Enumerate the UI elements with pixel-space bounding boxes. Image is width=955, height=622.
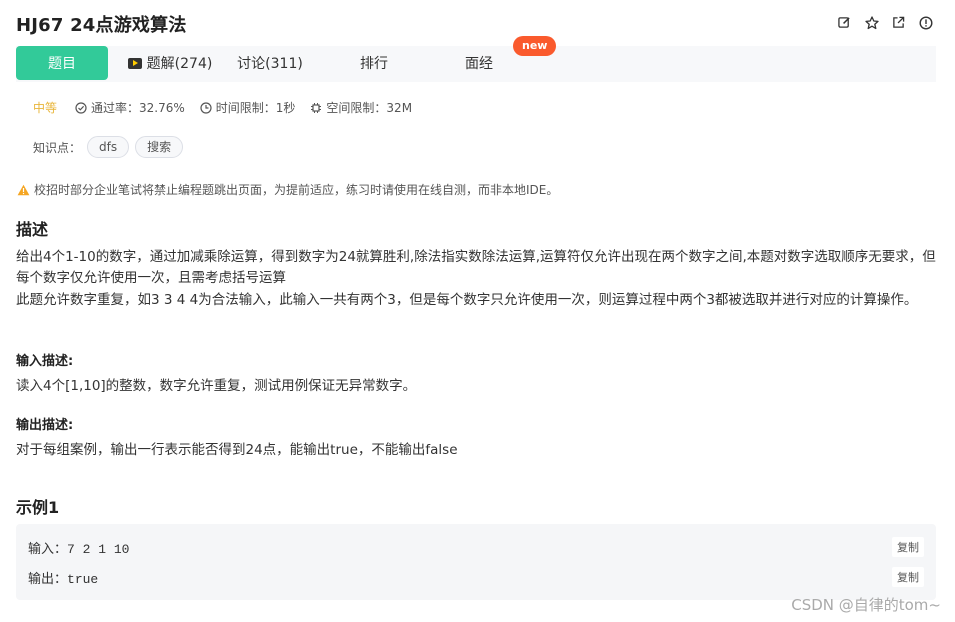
video-icon [127, 57, 142, 69]
description-line-2: 此题允许数字重复，如3 3 4 4为合法输入，此输入一共有两个3，但是每个数字只… [16, 292, 918, 308]
tab-solutions-label: 题解(274) [146, 56, 213, 72]
difficulty-label: 中等 [33, 101, 58, 115]
page-title: HJ67 24点游戏算法 [16, 15, 187, 36]
title-bar: HJ67 24点游戏算法 [16, 10, 187, 38]
example-output-value: true [67, 572, 99, 587]
edit-icon[interactable] [837, 15, 852, 30]
new-badge: new [513, 36, 557, 56]
tab-discussion-label: 讨论(311) [237, 56, 303, 72]
input-description-heading: 输入描述: [16, 354, 74, 369]
tab-interview-label: 面经 [465, 56, 493, 72]
output-description-heading: 输出描述: [16, 418, 74, 433]
tab-ranking[interactable]: 排行 [348, 46, 400, 80]
example-output-label: 输出： [28, 572, 68, 587]
time-limit: 时间限制：1秒 [200, 99, 296, 116]
description-line-1: 给出4个1-10的数字，通过加减乘除运算，得到数字为24就算胜利,除法指实数除法… [16, 249, 936, 286]
tab-solutions[interactable]: 题解(274) [122, 46, 218, 80]
example-input-value: 7 2 1 10 [67, 542, 130, 557]
copy-input-button[interactable]: 复制 [892, 537, 924, 557]
knowledge-points: 知识点： dfs 搜索 [33, 136, 184, 158]
time-limit-text: 时间限制：1秒 [215, 101, 296, 115]
output-description-text: 对于每组案例，输出一行表示能否得到24点，能输出true，不能输出false [16, 442, 458, 458]
space-limit: 空间限制：32M [310, 99, 412, 116]
copy-output-button[interactable]: 复制 [892, 567, 924, 587]
pass-rate-text: 通过率：32.76% [91, 101, 185, 115]
tab-problem-label: 题目 [48, 56, 76, 72]
input-description-text: 读入4个[1,10]的整数，数字允许重复，测试用例保证无异常数字。 [16, 378, 417, 394]
example-input-line: 输入：7 2 1 10 [28, 538, 129, 557]
watermark: CSDN @自律的tom~ [791, 596, 941, 614]
example-heading: 示例1 [16, 498, 60, 517]
warning-icon [17, 184, 30, 195]
tab-bar: 题目 题解(274) 讨论(311) 排行 面经 [16, 46, 936, 82]
pass-rate: 通过率：32.76% [75, 99, 185, 116]
example-box: 输入：7 2 1 10 复制 输出：true 复制 [16, 524, 936, 600]
notice-text: 校招时部分企业笔试将禁止编程题跳出页面，为提前适应，练习时请使用在线自测，而非本… [34, 183, 559, 197]
tag-dfs[interactable]: dfs [87, 136, 130, 158]
space-limit-text: 空间限制：32M [326, 101, 413, 115]
example-input-label: 输入： [28, 542, 68, 557]
check-circle-icon [75, 101, 87, 114]
tag-search[interactable]: 搜索 [135, 136, 184, 158]
top-icons [837, 15, 933, 30]
tab-interview[interactable]: 面经 [454, 46, 504, 80]
tab-problem[interactable]: 题目 [16, 46, 108, 80]
star-icon[interactable] [864, 15, 879, 30]
tab-discussion[interactable]: 讨论(311) [232, 46, 308, 80]
info-icon[interactable] [918, 15, 933, 30]
problem-meta: 中等 通过率：32.76% 时间限制：1秒 空间限制：32M [33, 99, 427, 116]
exam-notice: 校招时部分企业笔试将禁止编程题跳出页面，为提前适应，练习时请使用在线自测，而非本… [17, 181, 558, 198]
chip-icon [311, 102, 322, 113]
tab-ranking-label: 排行 [360, 56, 388, 72]
clock-icon [200, 101, 212, 114]
example-output-line: 输出：true [28, 568, 98, 587]
knowledge-label: 知识点： [33, 140, 82, 155]
description-heading: 描述 [16, 220, 49, 239]
external-link-icon[interactable] [891, 15, 906, 30]
